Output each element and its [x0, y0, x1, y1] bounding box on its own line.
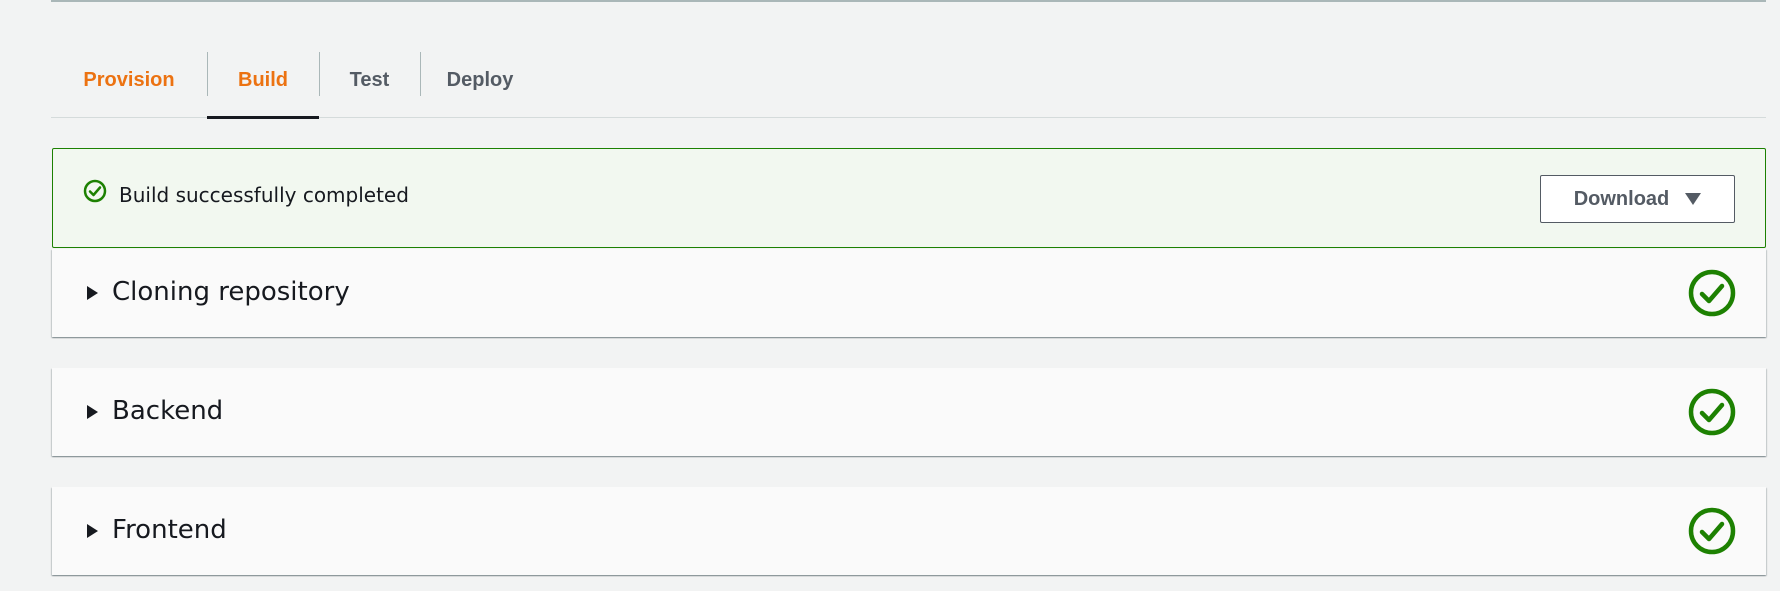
section-frontend[interactable]: Frontend: [52, 487, 1766, 575]
section-title: Backend: [112, 396, 224, 426]
check-circle-icon: [1688, 507, 1736, 555]
download-button[interactable]: Download: [1540, 175, 1735, 223]
tab-deploy[interactable]: Deploy: [420, 50, 540, 118]
section-title: Frontend: [112, 515, 227, 545]
download-button-label: Download: [1573, 187, 1670, 210]
flash-message: Build successfully completed: [119, 183, 409, 207]
tab-deploy-label: Deploy: [446, 68, 514, 91]
caret-right-icon: [87, 286, 98, 300]
tab-provision-label: Provision: [83, 68, 175, 91]
tab-test-label: Test: [349, 68, 390, 91]
check-circle-icon: [1688, 269, 1736, 317]
tab-build-label: Build: [238, 68, 288, 91]
section-backend[interactable]: Backend: [52, 368, 1766, 456]
top-divider: [51, 0, 1766, 2]
caret-right-icon: [87, 405, 98, 419]
caret-down-icon: [1685, 193, 1702, 205]
tab-test[interactable]: Test: [319, 50, 420, 118]
caret-right-icon: [87, 524, 98, 538]
build-success-flash: Build successfully completed Download: [52, 148, 1766, 248]
section-title: Cloning repository: [112, 277, 350, 307]
tab-build[interactable]: Build: [207, 50, 319, 119]
section-cloning-repository[interactable]: Cloning repository: [52, 249, 1766, 337]
build-phase-tabs: Provision Build Test Deploy: [51, 50, 1766, 119]
check-circle-icon: [83, 179, 107, 203]
check-circle-icon: [1688, 388, 1736, 436]
tab-provision[interactable]: Provision: [51, 50, 207, 118]
